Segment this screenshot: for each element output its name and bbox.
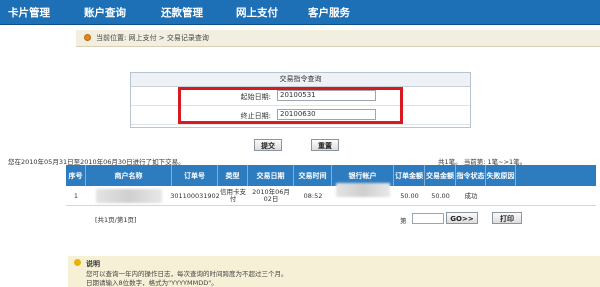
col-time: 交易时间: [294, 165, 332, 186]
masked-merchant: [96, 189, 162, 203]
nav-online-payment[interactable]: 网上支付: [236, 5, 278, 20]
col-order-no: 订单号: [172, 165, 218, 186]
reset-button[interactable]: 重置: [311, 139, 339, 151]
cell-txn-amount: 50.00: [431, 191, 450, 200]
col-status: 指令状态: [456, 165, 486, 186]
notes-line: 日期请输入8位数字，格式为"YYYYMMDD"。: [86, 279, 218, 287]
col-seq: 序号: [66, 165, 86, 186]
notes-panel: 说明 您可以查询一年内的操作日志，每次查询的时间跨度为不超过三个月。 日期请输入…: [68, 256, 600, 287]
breadcrumb: 当前位置: 网上支付 > 交易记录查询: [76, 30, 600, 47]
table-row: 1 301100031902 信用卡支付 2010年06月02日 08:52 5…: [66, 183, 596, 206]
col-fail-reason: 失败原因: [486, 165, 516, 186]
info-icon: [74, 259, 81, 266]
cell-account: [332, 183, 394, 205]
cell-date: 2010年06月02日: [252, 188, 290, 203]
submit-button[interactable]: 提交: [254, 139, 282, 151]
query-title: 交易指令查询: [131, 73, 470, 87]
col-txn-amount: 交易金额: [425, 165, 456, 186]
breadcrumb-text: 当前位置: 网上支付 > 交易记录查询: [96, 34, 209, 42]
go-button[interactable]: GO>>: [446, 212, 478, 224]
table-header: 序号 商户名称 订单号 类型 交易日期 交易时间 银行帐户 订单金额 交易金额 …: [66, 165, 596, 186]
top-nav: 卡片管理 账户查询 还款管理 网上支付 客户服务: [0, 0, 600, 25]
col-merchant: 商户名称: [86, 165, 172, 186]
cell-fail-reason: [486, 187, 516, 205]
page-label: 第: [400, 217, 407, 225]
nav-account-query[interactable]: 账户查询: [84, 5, 126, 20]
col-order-amount: 订单金额: [394, 165, 425, 186]
nav-repayment[interactable]: 还款管理: [161, 5, 203, 20]
cell-seq: 1: [73, 191, 79, 200]
location-icon: [84, 34, 91, 41]
page-info: [共1页/第1页]: [95, 216, 137, 224]
date-highlight-box: [178, 87, 403, 124]
cell-order-no: 301100031902: [170, 191, 220, 200]
nav-card-management[interactable]: 卡片管理: [8, 5, 50, 20]
col-type: 类型: [218, 165, 248, 186]
page-number-input[interactable]: [412, 213, 444, 224]
print-button[interactable]: 打印: [492, 212, 522, 224]
cell-merchant: [86, 187, 172, 205]
cell-status: 成功: [464, 191, 478, 200]
cell-time: 08:52: [303, 191, 323, 200]
cell-order-amount: 50.00: [400, 191, 419, 200]
nav-customer-service[interactable]: 客户服务: [308, 5, 350, 20]
cell-type: 信用卡支付: [220, 188, 246, 203]
col-date: 交易日期: [248, 165, 294, 186]
masked-account: [336, 183, 390, 197]
